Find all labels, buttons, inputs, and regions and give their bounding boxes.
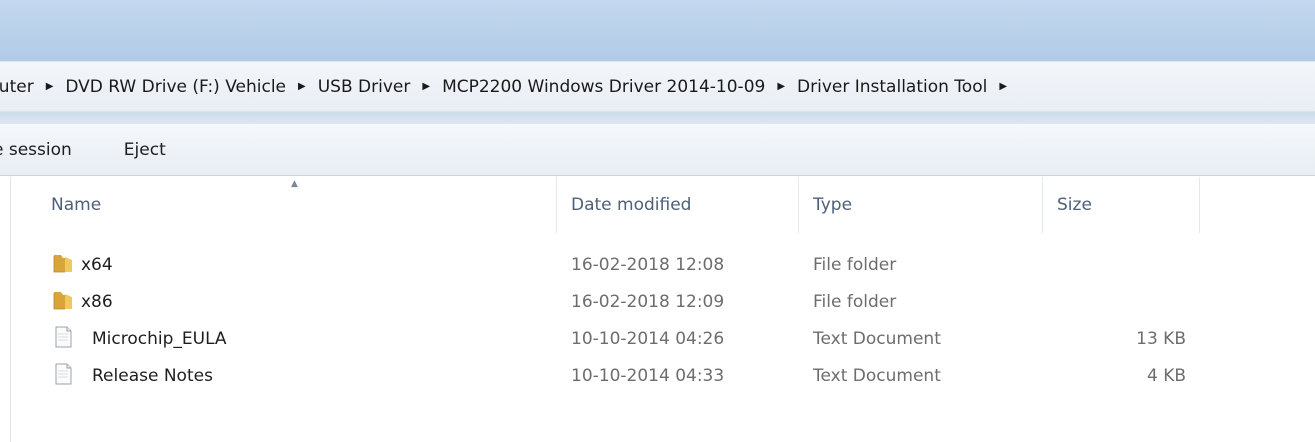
close-session-button[interactable]: e session xyxy=(0,140,72,160)
breadcrumb-item-installation-tool[interactable]: Driver Installation Tool xyxy=(797,77,987,97)
window-title-bar xyxy=(0,0,1315,61)
column-divider[interactable] xyxy=(556,177,557,233)
breadcrumb-chevron-icon[interactable]: ▶ xyxy=(46,81,54,92)
file-date-modified: 10-10-2014 04:33 xyxy=(571,366,725,386)
column-divider[interactable] xyxy=(1199,177,1200,233)
file-date-modified: 10-10-2014 04:26 xyxy=(571,329,725,349)
column-header-row: ▲ Name Date modified Type Size xyxy=(11,177,1315,233)
breadcrumb-item-dvd-drive[interactable]: DVD RW Drive (F:) Vehicle xyxy=(65,77,286,97)
column-divider[interactable] xyxy=(1042,177,1043,233)
breadcrumb-chevron-icon[interactable]: ▶ xyxy=(777,81,785,92)
file-row[interactable]: x64 16-02-2018 12:08 File folder xyxy=(11,247,1315,283)
text-document-icon xyxy=(55,363,72,385)
breadcrumb-item-computer[interactable]: puter xyxy=(0,77,34,97)
file-type: File folder xyxy=(813,255,897,275)
column-header-size[interactable]: Size xyxy=(1057,195,1092,215)
folder-icon xyxy=(53,292,72,310)
eject-button[interactable]: Eject xyxy=(124,140,166,160)
breadcrumb-chevron-icon[interactable]: ▶ xyxy=(422,81,430,92)
file-row[interactable]: Microchip_EULA 10-10-2014 04:26 Text Doc… xyxy=(11,321,1315,357)
command-toolbar: e session Eject xyxy=(0,124,1315,176)
breadcrumb-chevron-icon[interactable]: ▶ xyxy=(999,81,1007,92)
file-type: File folder xyxy=(813,292,897,312)
breadcrumb-chevron-icon[interactable]: ▶ xyxy=(298,81,306,92)
file-name: x86 xyxy=(81,292,113,312)
column-header-date-modified[interactable]: Date modified xyxy=(571,195,691,215)
file-date-modified: 16-02-2018 12:09 xyxy=(571,292,725,312)
file-type: Text Document xyxy=(813,329,941,349)
breadcrumb-item-mcp2200-driver[interactable]: MCP2200 Windows Driver 2014-10-09 xyxy=(442,77,765,97)
file-name: x64 xyxy=(81,255,113,275)
toolbar-separator xyxy=(0,112,1315,124)
file-date-modified: 16-02-2018 12:08 xyxy=(571,255,725,275)
file-name: Release Notes xyxy=(92,366,213,386)
breadcrumb: puter ▶ DVD RW Drive (F:) Vehicle ▶ USB … xyxy=(0,77,1019,97)
column-header-name[interactable]: Name xyxy=(51,195,101,215)
file-row[interactable]: Release Notes 10-10-2014 04:33 Text Docu… xyxy=(11,358,1315,394)
sort-ascending-icon: ▲ xyxy=(291,179,298,189)
column-header-type[interactable]: Type xyxy=(813,195,852,215)
file-list[interactable]: ▲ Name Date modified Type Size x64 16-02… xyxy=(10,177,1315,442)
file-name: Microchip_EULA xyxy=(92,329,227,349)
address-bar[interactable]: puter ▶ DVD RW Drive (F:) Vehicle ▶ USB … xyxy=(0,61,1315,112)
file-size: 4 KB xyxy=(1146,366,1186,386)
file-type: Text Document xyxy=(813,366,941,386)
column-divider[interactable] xyxy=(798,177,799,233)
file-row[interactable]: x86 16-02-2018 12:09 File folder xyxy=(11,284,1315,320)
breadcrumb-item-usb-driver[interactable]: USB Driver xyxy=(318,77,411,97)
file-size: 13 KB xyxy=(1136,329,1186,349)
folder-icon xyxy=(53,255,72,273)
text-document-icon xyxy=(55,326,72,348)
